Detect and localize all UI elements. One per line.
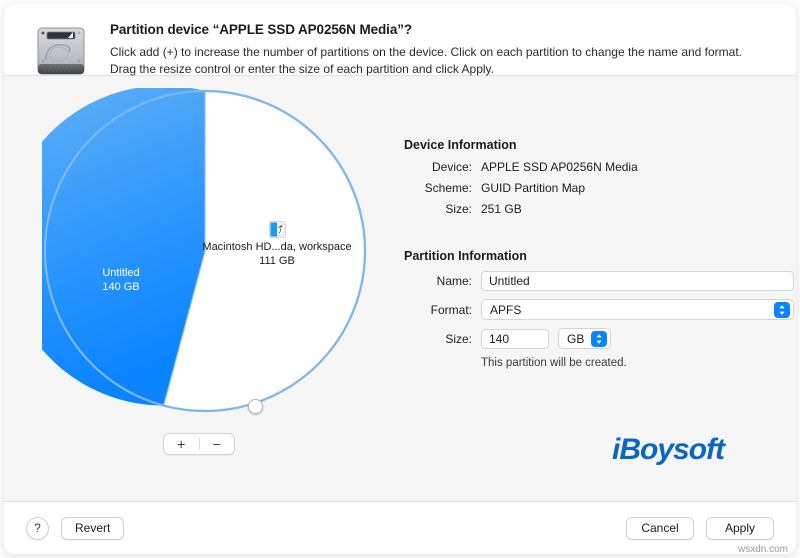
pie-slice-label-macintosh-hd: Macintosh HD...da, workspace 111 GB — [182, 221, 372, 268]
chevron-updown-icon[interactable] — [591, 331, 607, 347]
header-description: Click add (+) to increase the number of … — [110, 44, 765, 77]
pie-slice-label-untitled: Untitled 140 GB — [66, 266, 176, 294]
panel-spacer — [404, 223, 794, 249]
add-partition-button[interactable]: + — [164, 434, 199, 454]
dialog-header: Partition device “APPLE SSD AP0256N Medi… — [4, 4, 796, 76]
chevron-updown-icon[interactable] — [774, 302, 790, 318]
device-row: Device: APPLE SSD AP0256N Media — [404, 160, 794, 174]
remove-partition-button[interactable]: − — [200, 434, 235, 454]
partition-size-row: Size: 140 GB — [404, 328, 794, 349]
hard-disk-icon — [32, 22, 90, 80]
slice-name: Untitled — [66, 266, 176, 280]
pie-resize-handle[interactable] — [248, 399, 263, 414]
volume-icon — [269, 221, 286, 238]
partition-name-label: Name: — [404, 274, 472, 288]
help-button[interactable]: ? — [26, 517, 49, 540]
partition-format-value: APFS — [490, 303, 774, 317]
info-panel: Device Information Device: APPLE SSD AP0… — [404, 138, 794, 369]
size-row: Size: 251 GB — [404, 202, 794, 216]
partition-pie-chart[interactable]: Untitled 140 GB Macintosh HD...da, works… — [42, 88, 368, 414]
partition-name-input[interactable]: Untitled — [481, 271, 794, 291]
iboysoft-logo: iBoysoft — [612, 433, 724, 467]
scheme-row: Scheme: GUID Partition Map — [404, 181, 794, 195]
partition-name-row: Name: Untitled — [404, 271, 794, 291]
partition-format-select[interactable]: APFS — [481, 299, 794, 320]
device-information-title: Device Information — [404, 138, 794, 152]
device-label: Device: — [404, 160, 472, 174]
partition-dialog-window: Partition device “APPLE SSD AP0256N Medi… — [4, 4, 796, 554]
header-text-block: Partition device “APPLE SSD AP0256N Medi… — [110, 20, 765, 77]
cancel-button[interactable]: Cancel — [626, 517, 694, 540]
apply-button[interactable]: Apply — [706, 517, 774, 540]
partition-note: This partition will be created. — [481, 357, 794, 369]
dialog-footer: ? Revert Cancel Apply wsxdn.com — [4, 502, 796, 554]
partition-add-remove-control[interactable]: + − — [163, 433, 235, 455]
size-value: 251 GB — [481, 202, 522, 216]
scheme-label: Scheme: — [404, 181, 472, 195]
scheme-value: GUID Partition Map — [481, 181, 585, 195]
partition-format-row: Format: APFS — [404, 299, 794, 320]
partition-size-unit-select[interactable]: GB — [558, 328, 611, 349]
footer-right-buttons: Cancel Apply — [626, 517, 774, 540]
slice-name: Macintosh HD...da, workspace — [182, 240, 372, 254]
partition-size-label: Size: — [404, 332, 472, 346]
page-title: Partition device “APPLE SSD AP0256N Medi… — [110, 22, 765, 37]
revert-button[interactable]: Revert — [61, 517, 124, 540]
slice-size: 111 GB — [182, 254, 372, 268]
partition-size-unit-value: GB — [567, 332, 584, 346]
device-value: APPLE SSD AP0256N Media — [481, 160, 638, 174]
size-label: Size: — [404, 202, 472, 216]
partition-information-title: Partition Information — [404, 249, 794, 263]
watermark: wsxdn.com — [738, 544, 788, 554]
partition-format-label: Format: — [404, 303, 472, 317]
dialog-body: Untitled 140 GB Macintosh HD...da, works… — [4, 76, 796, 502]
slice-size: 140 GB — [66, 280, 176, 294]
partition-size-input[interactable]: 140 — [481, 329, 549, 349]
